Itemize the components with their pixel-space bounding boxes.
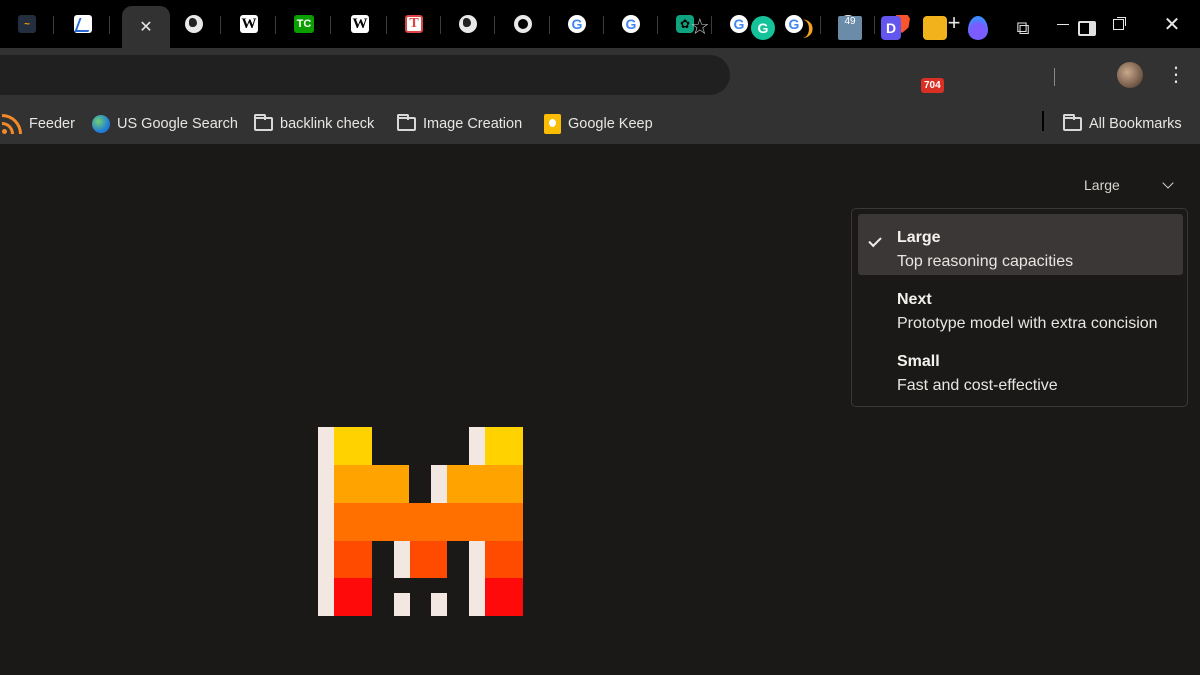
notification-extension-icon[interactable] bbox=[923, 16, 947, 40]
bookmark-backlink-check[interactable]: backlink check bbox=[254, 111, 374, 137]
all-bookmarks-button[interactable]: All Bookmarks bbox=[1063, 111, 1182, 137]
logo-pixel bbox=[447, 465, 523, 503]
restore-icon bbox=[1112, 18, 1124, 30]
logo-pixel bbox=[318, 427, 334, 616]
tab-active[interactable]: ✕ bbox=[122, 6, 170, 48]
extensions-puzzle-icon[interactable]: ⧉ bbox=[1011, 16, 1035, 40]
logo-pixel bbox=[334, 578, 372, 616]
model-selector-value: Large bbox=[1084, 177, 1120, 193]
counter-extension-icon[interactable]: 49 bbox=[838, 16, 862, 40]
tab-amazon[interactable]: ~ bbox=[0, 6, 54, 42]
bookmarks-bar: Feeder US Google Search backlink check I… bbox=[0, 104, 1200, 144]
logo-pixel bbox=[334, 541, 372, 578]
tab-globe-2[interactable] bbox=[441, 6, 495, 42]
menu-kebab-icon[interactable]: ⋮ bbox=[1166, 62, 1186, 88]
amazon-icon: ~ bbox=[18, 15, 36, 33]
tab-t[interactable]: T bbox=[387, 6, 441, 42]
tab-wikipedia-2[interactable]: W bbox=[333, 6, 387, 42]
bookmarks-divider bbox=[1042, 111, 1044, 131]
bookmark-google-keep[interactable]: Google Keep bbox=[544, 111, 653, 137]
globe-icon bbox=[459, 15, 477, 33]
tab-google-2[interactable]: G bbox=[604, 6, 658, 42]
google-icon: G bbox=[568, 15, 586, 33]
bookmark-image-creation[interactable]: Image Creation bbox=[397, 111, 522, 137]
toolbar bbox=[0, 48, 1200, 104]
globe-icon bbox=[185, 15, 203, 33]
google-icon: G bbox=[730, 15, 748, 33]
wikipedia-icon: W bbox=[351, 15, 369, 33]
logo-pixel bbox=[431, 593, 447, 616]
restore-button[interactable] bbox=[1098, 8, 1138, 40]
logo-pixel bbox=[394, 593, 410, 616]
tab-chrome[interactable] bbox=[496, 6, 550, 42]
rss-icon bbox=[2, 114, 22, 134]
option-title: Large bbox=[897, 229, 941, 246]
wikipedia-icon: W bbox=[240, 15, 258, 33]
model-option-next[interactable]: Next Prototype model with extra concisio… bbox=[858, 276, 1183, 337]
orange-extension-icon[interactable]: ❩ bbox=[796, 16, 820, 40]
bookmark-label: backlink check bbox=[280, 116, 375, 132]
d-extension-icon[interactable]: D bbox=[881, 16, 901, 40]
side-panel-icon[interactable] bbox=[1075, 16, 1099, 40]
tab-chart[interactable] bbox=[56, 6, 110, 42]
logo-pixel bbox=[410, 541, 447, 578]
logo-pixel bbox=[431, 465, 447, 503]
chrome-icon bbox=[514, 15, 532, 33]
all-bookmarks-label: All Bookmarks bbox=[1089, 116, 1182, 132]
profile-avatar[interactable] bbox=[1117, 62, 1143, 88]
extension-badge: 704 bbox=[921, 78, 944, 93]
mistral-logo bbox=[318, 427, 523, 616]
bookmark-us-google-search[interactable]: US Google Search bbox=[92, 111, 238, 137]
folder-icon bbox=[397, 114, 416, 131]
logo-pixel bbox=[334, 427, 372, 465]
grammarly-extension-icon[interactable]: G bbox=[751, 16, 775, 40]
t-icon: T bbox=[405, 15, 423, 33]
tab-globe[interactable] bbox=[167, 6, 221, 42]
bookmark-label: Feeder bbox=[29, 116, 75, 132]
tab-wikipedia[interactable]: W bbox=[222, 6, 276, 42]
minimize-icon bbox=[1057, 23, 1069, 25]
keep-icon bbox=[544, 114, 561, 134]
globe-icon bbox=[92, 115, 110, 133]
bookmark-label: Image Creation bbox=[423, 116, 523, 132]
flame-extension-icon[interactable] bbox=[968, 16, 988, 40]
logo-pixel bbox=[485, 541, 523, 578]
bookmark-label: US Google Search bbox=[117, 116, 238, 132]
bookmark-star-icon[interactable]: ☆ bbox=[690, 16, 710, 38]
option-description: Prototype model with extra concision bbox=[897, 315, 1158, 332]
close-icon: ✕ bbox=[1163, 13, 1181, 36]
option-title: Next bbox=[897, 291, 932, 308]
folder-icon bbox=[254, 114, 273, 131]
close-icon[interactable]: ✕ bbox=[139, 17, 152, 37]
logo-pixel bbox=[394, 541, 410, 578]
model-option-small[interactable]: Small Fast and cost-effective bbox=[858, 338, 1183, 399]
techcrunch-icon: TC bbox=[294, 15, 314, 33]
address-bar[interactable] bbox=[0, 55, 730, 95]
chart-icon bbox=[74, 15, 92, 33]
toolbar-divider bbox=[1054, 68, 1055, 86]
bookmark-label: Google Keep bbox=[568, 116, 653, 132]
model-dropdown: Large Top reasoning capacities Next Prot… bbox=[851, 208, 1188, 407]
tab-techcrunch[interactable]: TC bbox=[277, 6, 331, 42]
logo-pixel bbox=[334, 503, 523, 541]
option-title: Small bbox=[897, 353, 940, 370]
logo-pixel bbox=[485, 427, 523, 465]
tab-google[interactable]: G bbox=[550, 6, 604, 42]
check-icon bbox=[868, 233, 882, 248]
logo-pixel bbox=[334, 465, 409, 503]
folder-icon bbox=[1063, 114, 1082, 131]
option-description: Top reasoning capacities bbox=[897, 253, 1074, 270]
chevron-down-icon bbox=[1162, 176, 1174, 189]
window-close-button[interactable]: ✕ bbox=[1152, 8, 1192, 40]
bookmark-feeder[interactable]: Feeder bbox=[2, 111, 75, 137]
model-selector[interactable]: Large bbox=[1084, 174, 1176, 196]
google-icon: G bbox=[622, 15, 640, 33]
model-option-large[interactable]: Large Top reasoning capacities bbox=[858, 214, 1183, 275]
logo-pixel bbox=[485, 578, 523, 616]
option-description: Fast and cost-effective bbox=[897, 377, 1058, 394]
